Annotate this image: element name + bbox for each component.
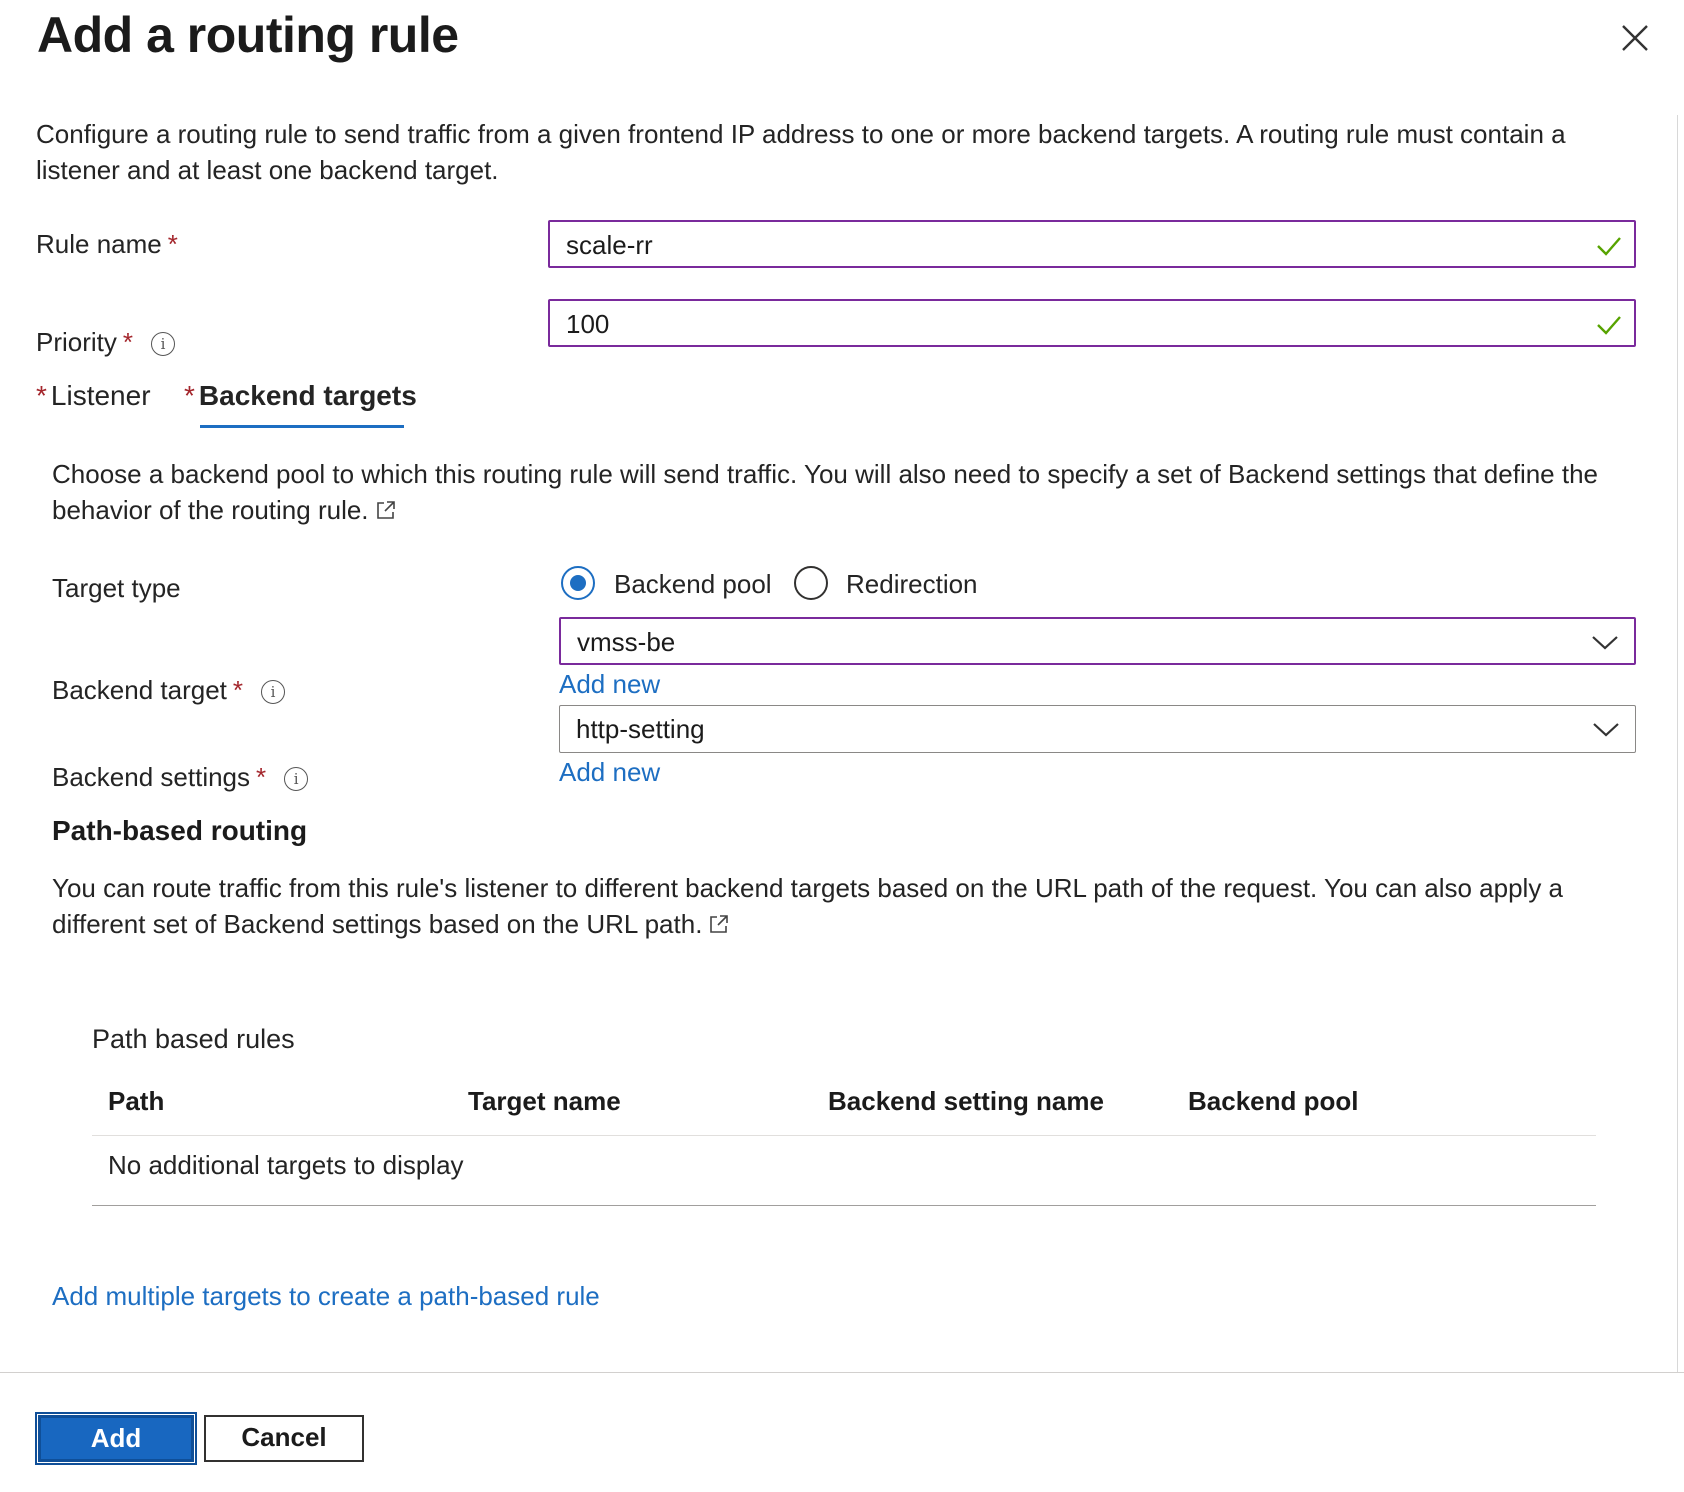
table-header-divider <box>92 1135 1596 1136</box>
rule-name-input[interactable]: scale-rr <box>548 220 1636 268</box>
tab-listener[interactable]: * Listener <box>36 380 151 412</box>
add-new-backend-settings-link[interactable]: Add new <box>559 757 660 788</box>
priority-value: 100 <box>566 309 610 339</box>
footer-divider <box>0 1372 1684 1373</box>
backend-target-label: Backend target * i <box>52 675 286 706</box>
cancel-button[interactable]: Cancel <box>204 1415 364 1462</box>
column-header-target-name[interactable]: Target name <box>468 1086 621 1117</box>
checkmark-icon <box>1597 316 1621 335</box>
checkmark-icon <box>1597 237 1621 256</box>
panel-description: Configure a routing rule to send traffic… <box>36 119 1566 185</box>
table-empty-message: No additional targets to display <box>108 1150 464 1180</box>
required-marker: * <box>256 762 267 792</box>
backend-targets-description: Choose a backend pool to which this rout… <box>52 459 1599 525</box>
backend-settings-label: Backend settings * i <box>52 762 309 793</box>
table-bottom-divider <box>92 1205 1596 1206</box>
add-button[interactable]: Add <box>35 1412 197 1465</box>
backend-target-value: vmss-be <box>577 627 676 657</box>
chevron-down-icon <box>1593 723 1619 737</box>
add-new-backend-target-link[interactable]: Add new <box>559 669 660 700</box>
priority-input[interactable]: 100 <box>548 299 1636 347</box>
radio-redirection[interactable] <box>794 566 828 600</box>
info-icon[interactable]: i <box>284 767 309 792</box>
target-type-label: Target type <box>52 573 181 603</box>
external-link-icon[interactable] <box>375 499 397 521</box>
active-tab-indicator <box>200 425 404 428</box>
required-marker: * <box>122 327 134 357</box>
path-routing-description: You can route traffic from this rule's l… <box>52 873 1564 939</box>
column-header-backend-pool[interactable]: Backend pool <box>1188 1086 1358 1117</box>
required-marker: * <box>232 675 244 705</box>
column-header-path[interactable]: Path <box>108 1086 164 1117</box>
scrollbar[interactable] <box>1677 115 1678 1373</box>
column-header-backend-setting-name[interactable]: Backend setting name <box>828 1086 1104 1117</box>
radio-redirection-label[interactable]: Redirection <box>846 569 978 600</box>
rule-name-label: Rule name * <box>36 229 178 259</box>
radio-backend-pool[interactable] <box>561 566 595 600</box>
rule-name-value: scale-rr <box>566 230 653 260</box>
external-link-icon[interactable] <box>708 913 730 935</box>
tab-backend-targets[interactable]: * Backend targets <box>184 380 417 412</box>
backend-settings-value: http-setting <box>576 714 705 744</box>
chevron-down-icon <box>1592 636 1618 650</box>
path-routing-heading: Path-based routing <box>52 815 308 846</box>
backend-settings-dropdown[interactable]: http-setting <box>559 705 1636 753</box>
path-rules-title: Path based rules <box>92 1024 295 1054</box>
close-icon[interactable] <box>1617 20 1653 56</box>
add-multiple-targets-link[interactable]: Add multiple targets to create a path-ba… <box>52 1281 600 1312</box>
priority-label: Priority * i <box>36 327 176 358</box>
required-marker: * <box>167 229 178 259</box>
backend-target-dropdown[interactable]: vmss-be <box>559 617 1636 665</box>
radio-backend-pool-label[interactable]: Backend pool <box>614 569 772 600</box>
panel-title: Add a routing rule <box>37 7 459 63</box>
info-icon[interactable]: i <box>261 680 286 705</box>
info-icon[interactable]: i <box>151 332 176 357</box>
